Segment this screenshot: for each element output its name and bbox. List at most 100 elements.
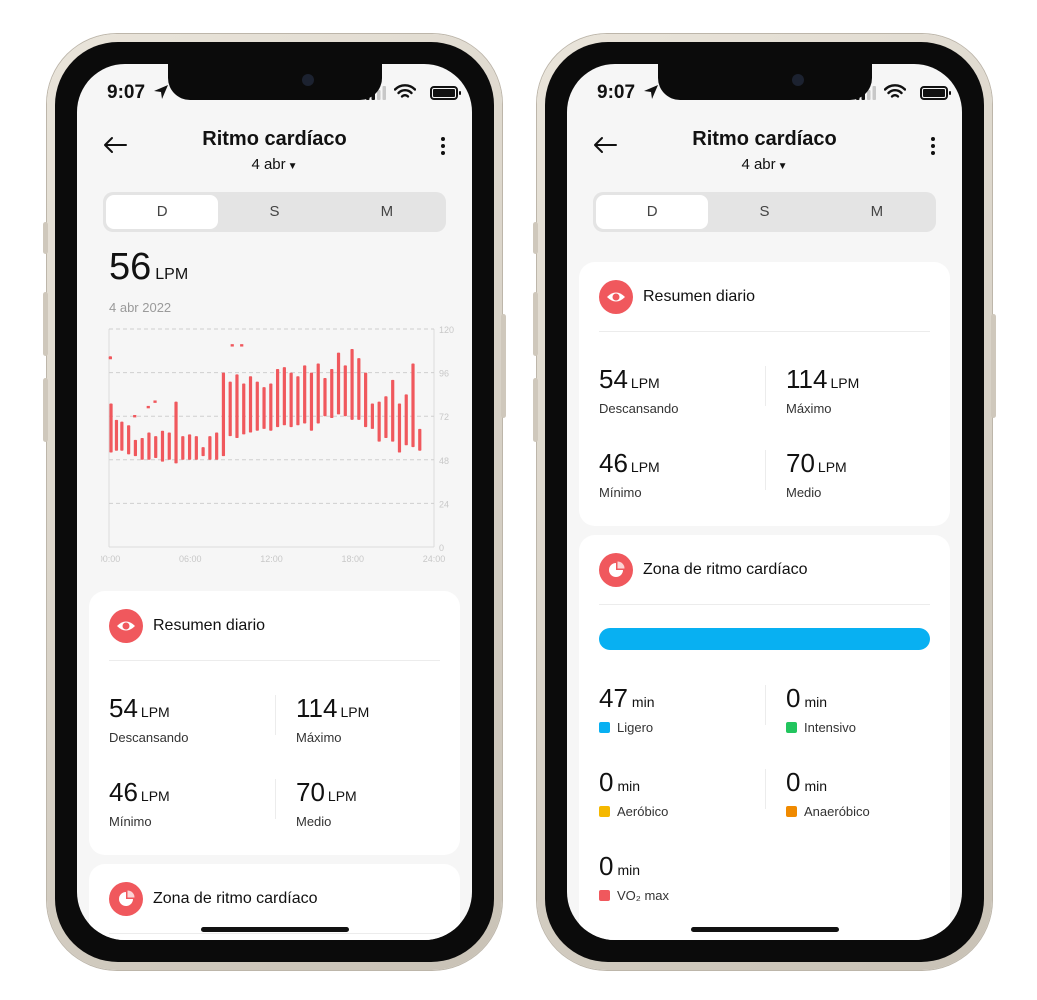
chart-y-tick-label: 96: [439, 369, 449, 379]
chart-bar: [140, 438, 144, 460]
page-title: Ritmo cardíaco: [202, 128, 347, 150]
stat-unit: LPM: [327, 788, 357, 804]
daily-summary-card[interactable]: Resumen diario 54 LPM Descansando 114 LPM …: [89, 591, 460, 855]
zone-aerobico: 0 min Aeróbico: [599, 767, 749, 819]
chart-bar: [262, 387, 266, 429]
chart-y-tick-label: 24: [439, 499, 449, 509]
tab-week[interactable]: S: [218, 195, 330, 229]
chart-bar: [357, 358, 361, 420]
status-time: 9:07: [107, 82, 146, 103]
chart-x-tick-label: 12:00: [260, 554, 283, 564]
more-options-icon[interactable]: [930, 136, 936, 156]
date-selector-label: 4 abr: [251, 156, 286, 173]
stat-value: 70: [786, 448, 815, 478]
period-tabs: D S M: [103, 192, 446, 232]
zone-value: 0: [786, 683, 801, 713]
zone-unit: min: [804, 694, 828, 710]
chart-bar: [174, 401, 178, 464]
stat-value: 114: [786, 364, 828, 394]
chart-bar: [194, 436, 198, 460]
caret-down-icon: ▼: [287, 161, 298, 172]
chart-point: [230, 344, 234, 347]
daily-summary-title: Resumen diario: [643, 288, 756, 305]
power-button: [991, 314, 996, 418]
date-selector[interactable]: 4 abr ▼: [567, 156, 962, 173]
eye-icon: [599, 280, 633, 314]
stat-value: 54: [599, 364, 628, 394]
current-heart-rate: 56 LPM: [109, 246, 188, 289]
tab-week[interactable]: S: [708, 195, 820, 229]
stat-value: 70: [296, 777, 325, 807]
chart-point: [133, 415, 137, 418]
zone-label: VO₂ max: [617, 888, 669, 903]
home-indicator[interactable]: [200, 927, 349, 932]
date-selector[interactable]: 4 abr ▼: [77, 156, 472, 173]
tab-day[interactable]: D: [106, 195, 219, 229]
tab-month[interactable]: M: [821, 195, 933, 229]
zone-label: Ligero: [617, 720, 654, 735]
chart-bar: [336, 352, 341, 415]
tab-month[interactable]: M: [331, 195, 443, 229]
chart-bar: [384, 396, 388, 438]
stat-value: 54: [109, 693, 138, 723]
stat-value: 114: [296, 693, 338, 723]
stat-label: Descansando: [599, 401, 679, 416]
legend-swatch: [599, 890, 610, 901]
tab-day[interactable]: D: [596, 195, 709, 229]
page-title: Ritmo cardíaco: [692, 128, 837, 150]
chart-bar: [370, 403, 374, 429]
zone-ligero: 47 min Ligero: [599, 683, 749, 735]
chart-bar: [397, 403, 402, 453]
stat-unit: LPM: [340, 704, 370, 720]
zone-label: Aeróbico: [617, 804, 669, 819]
chart-point: [153, 400, 157, 403]
stat-avg: 70 LPM Medio: [296, 777, 446, 829]
daily-summary-header: Resumen diario: [109, 609, 440, 661]
date-selector-label: 4 abr: [741, 156, 776, 173]
chart-bar: [275, 368, 280, 428]
chart-bar: [255, 381, 259, 431]
chart-bar: [323, 378, 327, 417]
chart-bar: [411, 363, 415, 448]
notch: [167, 64, 382, 100]
power-button: [501, 314, 506, 418]
eye-icon: [109, 609, 143, 643]
zone-unit: min: [804, 778, 828, 794]
chart-bar: [208, 436, 212, 460]
zone-anaerobico: 0 min Anaeróbico: [786, 767, 936, 819]
chart-point: [146, 405, 150, 409]
chart-bar: [289, 372, 293, 428]
notch: [657, 64, 872, 100]
mute-switch: [43, 222, 48, 254]
zone-value: 0: [599, 851, 614, 881]
daily-summary-card[interactable]: Resumen diario 54 LPM Descansando 114 LPM …: [579, 262, 950, 526]
stat-min: 46 LPM Mínimo: [109, 777, 259, 829]
legend-swatch: [599, 806, 610, 817]
volume-down-button: [533, 378, 538, 442]
stat-unit: LPM: [817, 459, 847, 475]
more-options-icon[interactable]: [440, 136, 446, 156]
chart-bar: [296, 376, 300, 426]
heart-rate-zone-card[interactable]: Zona de ritmo cardíaco 47 min Ligero 0 min…: [579, 535, 950, 940]
battery-icon: [920, 86, 951, 100]
divider: [765, 450, 766, 490]
stat-unit: LPM: [140, 704, 170, 720]
chart-bar: [201, 447, 205, 457]
volume-up-button: [43, 292, 48, 356]
battery-icon: [430, 86, 461, 100]
chart-bar: [133, 439, 138, 457]
phone-right: 9:07 Ritmo cardíaco 4 abr ▼ D S M Resume…: [533, 34, 996, 970]
stat-label: Máximo: [296, 730, 342, 745]
location-arrow-icon: [644, 85, 658, 99]
stat-label: Máximo: [786, 401, 832, 416]
chart-bar: [350, 348, 354, 420]
stat-max: 114 LPM Máximo: [786, 364, 936, 416]
screen: 9:07 Ritmo cardíaco 4 abr ▼: [567, 64, 962, 940]
zone-header: Zona de ritmo cardíaco: [599, 553, 930, 605]
mute-switch: [533, 222, 538, 254]
chart-bar: [248, 376, 253, 433]
stat-unit: LPM: [630, 459, 660, 475]
legend-swatch: [786, 722, 797, 733]
chart-bar: [282, 367, 286, 426]
home-indicator[interactable]: [690, 927, 839, 932]
